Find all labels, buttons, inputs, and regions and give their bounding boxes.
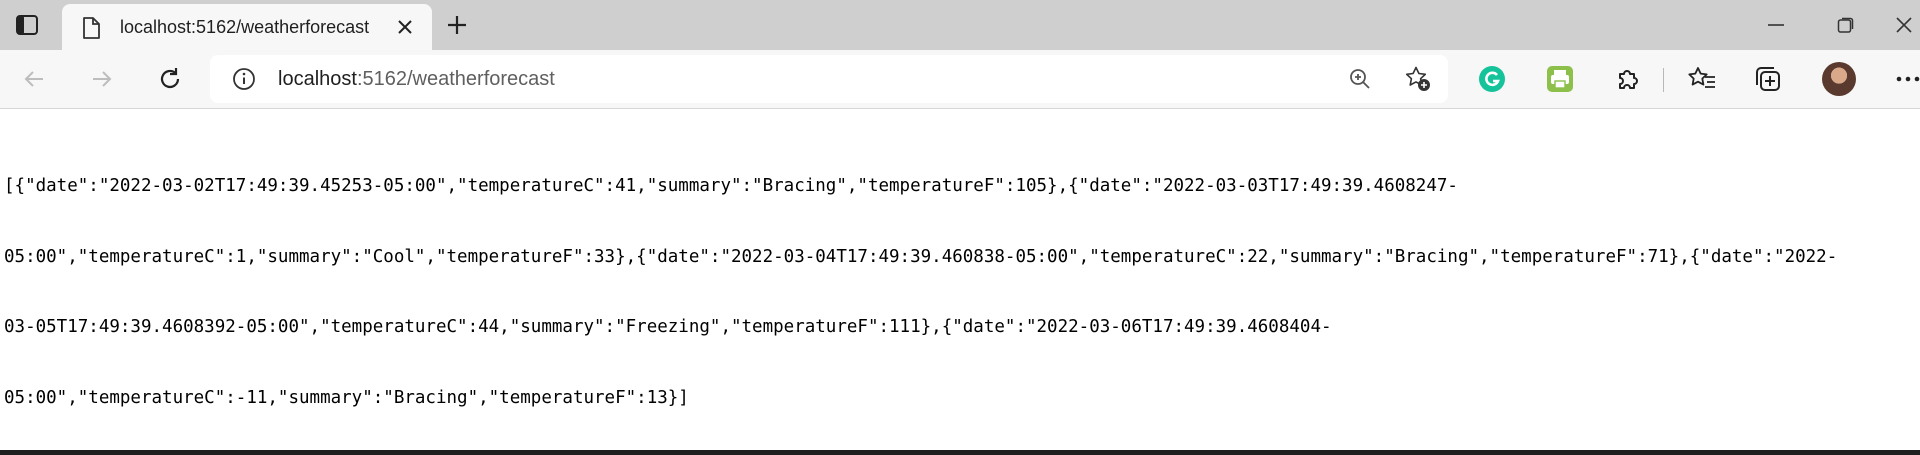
favorites-icon[interactable] bbox=[1684, 61, 1720, 97]
address-bar[interactable]: localhost:5162/weatherforecast bbox=[210, 55, 1448, 103]
star-add-icon[interactable] bbox=[1403, 64, 1433, 94]
json-line: 05:00","temperatureC":-11,"summary":"Bra… bbox=[4, 387, 689, 408]
new-tab-button[interactable] bbox=[436, 6, 478, 44]
info-icon[interactable] bbox=[232, 67, 256, 91]
profile-avatar[interactable] bbox=[1822, 62, 1856, 96]
url-path: :5162/weatherforecast bbox=[356, 68, 555, 90]
tab-title: localhost:5162/weatherforecast bbox=[120, 17, 370, 37]
toolbar-divider bbox=[1663, 68, 1664, 92]
toolbar: localhost:5162/weatherforecast bbox=[0, 50, 1920, 109]
restore-button[interactable] bbox=[1816, 0, 1876, 50]
json-line: 05:00","temperatureC":1,"summary":"Cool"… bbox=[4, 246, 1838, 267]
refresh-icon bbox=[160, 68, 180, 88]
bottom-edge bbox=[0, 450, 1920, 455]
json-line: [{"date":"2022-03-02T17:49:39.45253-05:0… bbox=[4, 176, 1458, 196]
back-arrow-icon bbox=[24, 71, 43, 87]
more-icon[interactable] bbox=[1890, 61, 1920, 97]
close-icon[interactable] bbox=[390, 12, 420, 42]
collections-icon[interactable] bbox=[1750, 61, 1786, 97]
printer-extension-icon[interactable] bbox=[1542, 61, 1578, 97]
window-close-button[interactable] bbox=[1874, 0, 1920, 50]
zoom-icon[interactable] bbox=[1345, 64, 1375, 94]
back-button[interactable] bbox=[14, 59, 54, 99]
refresh-button[interactable] bbox=[150, 59, 190, 99]
title-bar: localhost:5162/weatherforecast bbox=[0, 0, 1920, 50]
page-icon bbox=[80, 16, 102, 40]
url-host: localhost bbox=[278, 68, 357, 90]
minimize-icon bbox=[1768, 24, 1784, 26]
json-line: 03-05T17:49:39.4608392-05:00","temperatu… bbox=[4, 317, 1332, 337]
minimize-button[interactable] bbox=[1746, 0, 1806, 50]
window-close-icon bbox=[1896, 17, 1912, 33]
active-tab[interactable]: localhost:5162/weatherforecast bbox=[62, 4, 432, 50]
restore-icon bbox=[1837, 17, 1854, 33]
forward-button[interactable] bbox=[82, 59, 122, 99]
forward-arrow-icon bbox=[93, 71, 112, 87]
grammarly-icon[interactable] bbox=[1474, 61, 1510, 97]
json-response: [{"date":"2022-03-02T17:49:39.45253-05:0… bbox=[4, 128, 1914, 434]
plus-icon bbox=[448, 16, 466, 34]
url-text[interactable]: localhost:5162/weatherforecast bbox=[278, 55, 555, 103]
tab-actions-icon[interactable] bbox=[6, 6, 48, 44]
puzzle-icon[interactable] bbox=[1610, 61, 1646, 97]
